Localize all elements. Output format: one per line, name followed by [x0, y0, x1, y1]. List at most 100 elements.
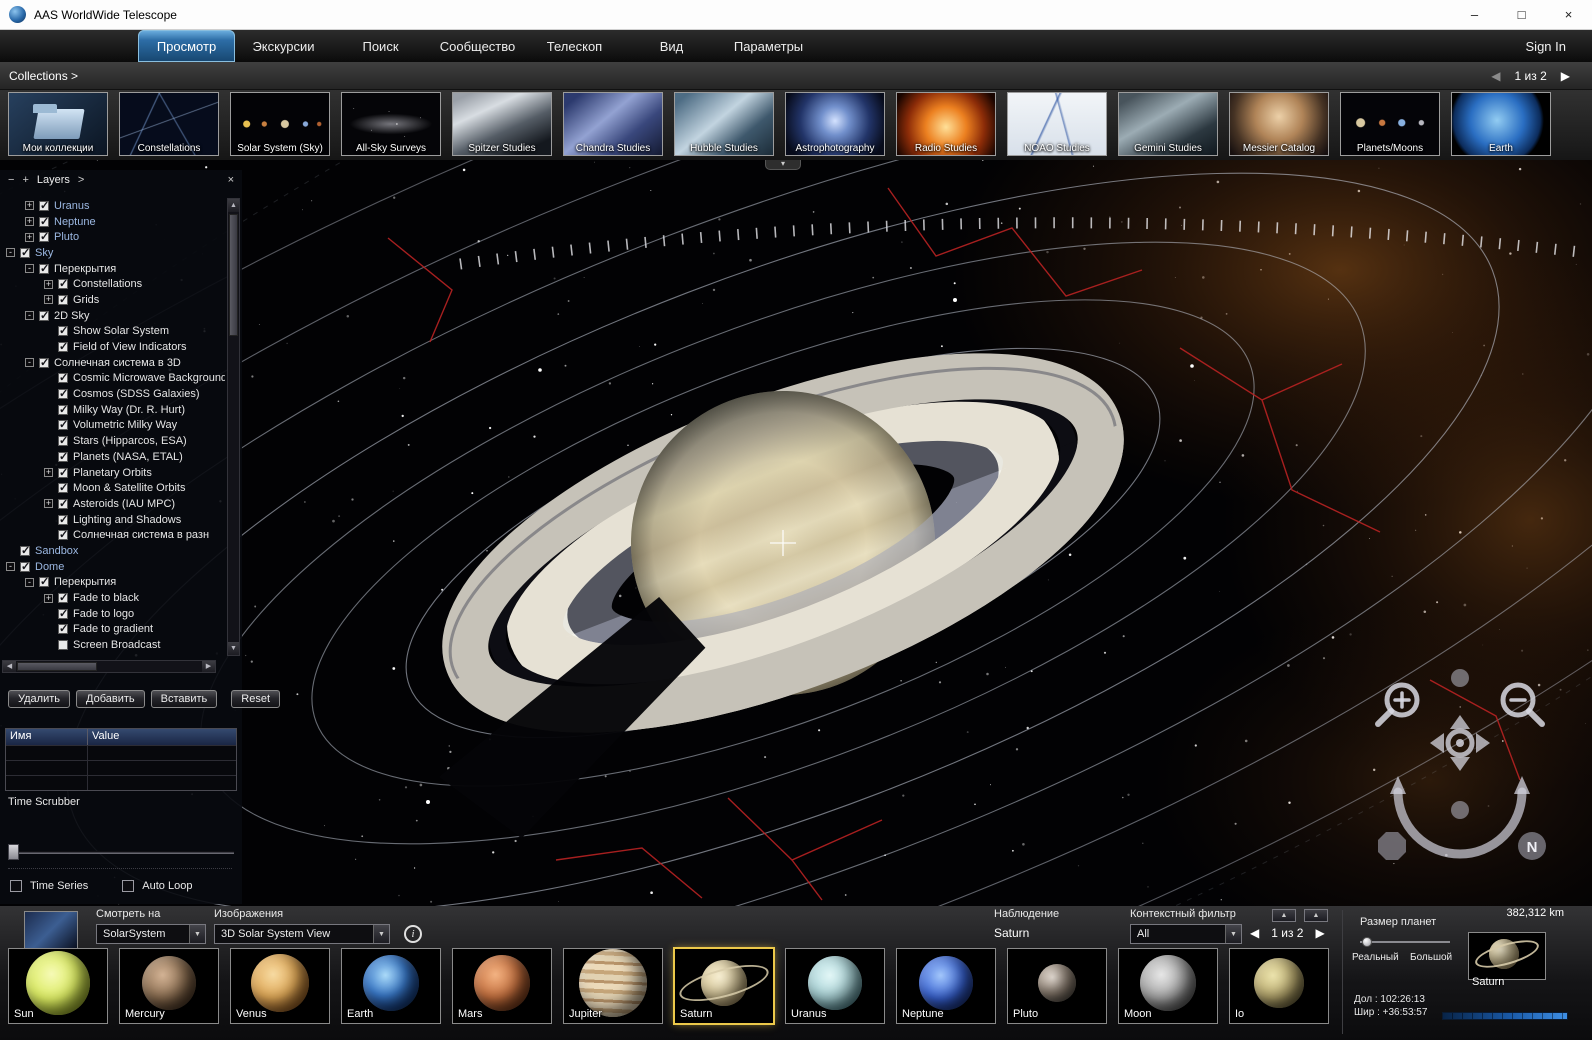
- marker-dot-bottom[interactable]: [1451, 801, 1469, 819]
- expand-icon[interactable]: +: [25, 201, 34, 211]
- dropdown-arrow-icon[interactable]: ▼: [1225, 925, 1241, 943]
- expand-icon[interactable]: +: [25, 232, 34, 242]
- layer-tree-item[interactable]: - 2D Sky: [2, 308, 225, 324]
- planet-item-mars[interactable]: Mars: [452, 948, 552, 1024]
- collection-item-planets-moons[interactable]: Planets/Moons: [1340, 92, 1440, 156]
- page-prev-icon[interactable]: ◀: [1491, 69, 1500, 83]
- expand-icon[interactable]: +: [44, 499, 53, 509]
- collection-item-noao[interactable]: NOAO Studies: [1007, 92, 1107, 156]
- look-at-thumbnail[interactable]: [24, 911, 78, 949]
- selected-object-thumbnail[interactable]: [1468, 932, 1546, 980]
- layer-checkbox[interactable]: [58, 418, 68, 431]
- layer-checkbox[interactable]: [39, 309, 49, 322]
- dropdown-arrow-icon[interactable]: ▼: [373, 925, 389, 943]
- layer-tree-item[interactable]: + Constellations: [2, 276, 225, 292]
- context-filter-dropdown[interactable]: All ▼: [1130, 924, 1242, 944]
- collapse-strip-button[interactable]: ▲: [1272, 909, 1296, 922]
- layer-checkbox[interactable]: [39, 262, 49, 275]
- expand-icon[interactable]: +: [44, 593, 53, 603]
- layer-checkbox[interactable]: [58, 450, 68, 463]
- tree-horizontal-scrollbar[interactable]: ◀ ▶: [2, 660, 216, 673]
- layer-checkbox[interactable]: [58, 640, 68, 651]
- expand-icon[interactable]: +: [44, 295, 53, 305]
- time-scrubber-slider[interactable]: [8, 844, 234, 860]
- layer-checkbox[interactable]: [58, 591, 68, 604]
- collection-item-chandra[interactable]: Chandra Studies: [563, 92, 663, 156]
- auto-loop-checkbox[interactable]: [122, 880, 135, 892]
- layer-checkbox[interactable]: [58, 466, 68, 479]
- layer-checkbox[interactable]: [58, 528, 68, 541]
- layer-checkbox[interactable]: [39, 215, 49, 228]
- layer-checkbox[interactable]: [58, 622, 68, 635]
- planet-item-earth[interactable]: Earth: [341, 948, 441, 1024]
- layer-tree-item[interactable]: + Planetary Orbits: [2, 465, 225, 481]
- collection-item-radio[interactable]: Radio Studies: [896, 92, 996, 156]
- layer-tree-item[interactable]: + Uranus: [2, 198, 225, 214]
- collapse-icon[interactable]: -: [25, 577, 34, 587]
- collection-item-gemini[interactable]: Gemini Studies: [1118, 92, 1218, 156]
- layer-tree-item[interactable]: - Солнечная система в 3D: [2, 355, 225, 371]
- layer-checkbox[interactable]: [39, 199, 49, 212]
- slider-handle[interactable]: [8, 844, 19, 860]
- insert-layer-button[interactable]: Вставить: [150, 690, 218, 708]
- delete-layer-button[interactable]: Удалить: [8, 690, 70, 708]
- collection-item-astrophotography[interactable]: Astrophotography: [785, 92, 885, 156]
- layer-checkbox[interactable]: [39, 230, 49, 243]
- planet-item-saturn[interactable]: Saturn: [673, 947, 775, 1025]
- scroll-left-icon[interactable]: ◀: [3, 661, 16, 672]
- planet-size-slider[interactable]: [1360, 936, 1450, 948]
- planet-item-jupiter[interactable]: Jupiter: [563, 948, 663, 1024]
- layer-tree-item[interactable]: Volumetric Milky Way: [2, 418, 225, 434]
- breadcrumb[interactable]: Collections >: [9, 69, 78, 83]
- marker-dot-top[interactable]: [1451, 669, 1469, 687]
- slider-track[interactable]: [1360, 941, 1450, 943]
- dropdown-arrow-icon[interactable]: ▼: [189, 925, 205, 943]
- layer-checkbox[interactable]: [58, 403, 68, 416]
- menu-item[interactable]: Вид: [623, 30, 720, 62]
- layer-tree-item[interactable]: Field of View Indicators: [2, 339, 225, 355]
- layer-tree-item[interactable]: + Fade to black: [2, 590, 225, 606]
- layer-checkbox[interactable]: [58, 293, 68, 306]
- collection-item-all-sky[interactable]: All-Sky Surveys: [341, 92, 441, 156]
- layer-checkbox[interactable]: [58, 277, 68, 290]
- collection-item-messier[interactable]: Messier Catalog: [1229, 92, 1329, 156]
- collapse-panel-icon[interactable]: −: [8, 175, 14, 186]
- layer-tree-item[interactable]: + Neptune: [2, 214, 225, 230]
- menu-item[interactable]: Просмотр: [138, 30, 235, 62]
- layer-checkbox[interactable]: [58, 607, 68, 620]
- collapse-panel-button[interactable]: ▲: [1304, 909, 1328, 922]
- time-series-checkbox[interactable]: [10, 880, 22, 892]
- layer-checkbox[interactable]: [58, 497, 68, 510]
- layer-checkbox[interactable]: [58, 324, 68, 337]
- layer-checkbox[interactable]: [58, 371, 68, 384]
- look-at-dropdown[interactable]: SolarSystem ▼: [96, 924, 206, 944]
- layer-checkbox[interactable]: [39, 356, 49, 369]
- collection-item-my-collections[interactable]: Мои коллекции: [8, 92, 108, 156]
- north-button[interactable]: N: [1518, 832, 1546, 860]
- layer-tree-item[interactable]: - Перекрытия: [2, 575, 225, 591]
- collection-item-solar-system[interactable]: Solar System (Sky): [230, 92, 330, 156]
- menu-item[interactable]: Экскурсии: [235, 30, 332, 62]
- slider-handle[interactable]: [1362, 937, 1372, 947]
- scroll-up-icon[interactable]: ▲: [228, 199, 239, 212]
- layer-tree-item[interactable]: + Grids: [2, 292, 225, 308]
- scroll-right-icon[interactable]: ▶: [202, 661, 215, 672]
- maximize-button[interactable]: □: [1498, 0, 1545, 29]
- layer-checkbox[interactable]: [39, 575, 49, 588]
- layer-tree-item[interactable]: Planets (NASA, ETAL): [2, 449, 225, 465]
- layer-tree-item[interactable]: Cosmos (SDSS Galaxies): [2, 386, 225, 402]
- planet-item-pluto[interactable]: Pluto: [1007, 948, 1107, 1024]
- collection-item-constellations[interactable]: Constellations: [119, 92, 219, 156]
- column-header-value[interactable]: Value: [88, 729, 236, 745]
- scroll-down-icon[interactable]: ▼: [228, 642, 239, 655]
- planet-item-sun[interactable]: Sun: [8, 948, 108, 1024]
- layer-tree-item[interactable]: + Pluto: [2, 229, 225, 245]
- layer-checkbox[interactable]: [58, 481, 68, 494]
- collapse-icon[interactable]: -: [25, 358, 34, 368]
- add-layer-icon[interactable]: +: [22, 175, 28, 186]
- collapse-icon[interactable]: -: [6, 562, 15, 572]
- planet-item-moon[interactable]: Moon: [1118, 948, 1218, 1024]
- menu-item[interactable]: Поиск: [332, 30, 429, 62]
- layer-checkbox[interactable]: [20, 560, 30, 573]
- minimize-button[interactable]: –: [1451, 0, 1498, 29]
